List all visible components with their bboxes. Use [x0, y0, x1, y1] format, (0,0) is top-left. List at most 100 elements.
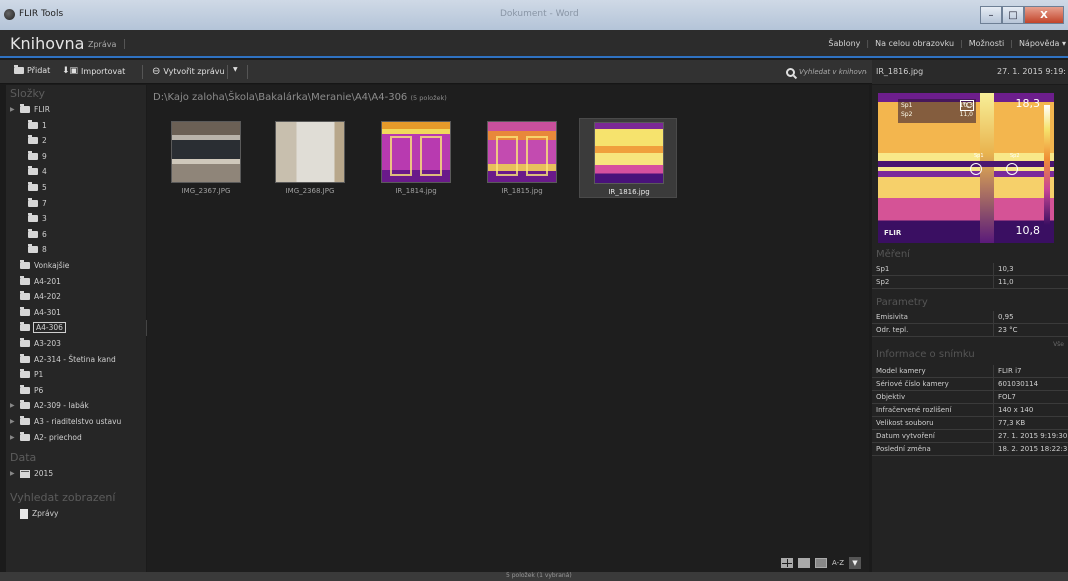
- gallery-thumbnail[interactable]: IR_1815.jpg: [473, 118, 571, 198]
- expand-arrow-icon[interactable]: ▶: [10, 402, 16, 409]
- gallery-thumbnail[interactable]: IR_1816.jpg: [579, 118, 677, 198]
- info-key: Sp2: [872, 275, 994, 289]
- top-menu: Šablony | Na celou obrazovku | Možnosti …: [828, 39, 1066, 48]
- large-thumbnail-view-icon[interactable]: [798, 558, 811, 568]
- folder-icon: [28, 119, 38, 129]
- sidebar-folder-item[interactable]: A4-301: [10, 306, 61, 319]
- sidebar-item-label: A2-314 - Štetina kand: [34, 354, 116, 364]
- photo-thumbnail: [171, 121, 241, 183]
- create-report-button[interactable]: ⊖ Vytvořit zprávu: [152, 66, 225, 77]
- grid-view-icon[interactable]: [781, 558, 794, 568]
- info-key: Model kamery: [872, 364, 994, 378]
- selected-file-name: IR_1816.jpg: [876, 67, 924, 76]
- sidebar-folder-item[interactable]: A4-202: [10, 290, 61, 303]
- gallery-thumbnail[interactable]: IMG_2368.JPG: [261, 118, 359, 198]
- sidebar-folder-item[interactable]: Vonkajšie: [10, 259, 69, 272]
- folder-icon: [28, 244, 38, 254]
- spot1-marker-icon[interactable]: [970, 163, 982, 175]
- library-search-input[interactable]: [799, 65, 867, 79]
- minimize-button[interactable]: –: [980, 6, 1002, 24]
- info-row: Emisivita 0,95: [872, 310, 1068, 324]
- menu-fullscreen[interactable]: Na celou obrazovku: [875, 39, 954, 48]
- add-label: Přidat: [27, 66, 51, 75]
- sidebar-item-label: FLIR: [34, 105, 50, 114]
- expand-arrow-icon[interactable]: ▶: [10, 418, 16, 425]
- sidebar-folder-item[interactable]: 4: [10, 165, 47, 178]
- sidebar-folder-item[interactable]: A2-314 - Štetina kand: [10, 353, 116, 366]
- show-all-link[interactable]: Vše: [1053, 341, 1064, 348]
- photo-thumbnail: [275, 121, 345, 183]
- sidebar-folder-item[interactable]: 2: [10, 134, 47, 147]
- sidebar-folder-item[interactable]: 6: [10, 228, 47, 241]
- folder-icon: [20, 291, 30, 301]
- info-key: Odr. tepl.: [872, 323, 994, 337]
- sidebar-item-label: 2: [42, 136, 47, 146]
- menu-help[interactable]: Nápověda ▾: [1019, 39, 1066, 48]
- gallery-thumbnail[interactable]: IR_1814.jpg: [367, 118, 465, 198]
- search-icon[interactable]: [786, 67, 795, 77]
- folder-icon: [20, 431, 30, 441]
- menu-options[interactable]: Možnosti: [969, 39, 1005, 48]
- sidebar-folder-item[interactable]: 9: [10, 150, 47, 163]
- info-row: Poslední změna 18. 2. 2015 18:22:3: [872, 442, 1068, 456]
- spot1-label: Sp1: [901, 102, 913, 109]
- folder-icon: [20, 369, 30, 379]
- info-value: 27. 1. 2015 9:19:30: [998, 432, 1068, 440]
- create-report-icon: ⊖: [152, 66, 161, 77]
- sidebar-folder-item[interactable]: ▶ A3 - riaditelstvo ustavu: [10, 415, 121, 428]
- sidebar-item-2015[interactable]: ▶ 2015: [10, 467, 53, 480]
- maximize-button[interactable]: □: [1002, 6, 1024, 24]
- create-report-dropdown[interactable]: ▼: [233, 66, 238, 73]
- sidebar-folder-item[interactable]: P1: [10, 368, 43, 381]
- info-row: Sériové číslo kamery 601030114: [872, 377, 1068, 391]
- close-button[interactable]: X: [1024, 6, 1064, 24]
- sidebar-folder-item[interactable]: 5: [10, 181, 47, 194]
- info-key: Objektiv: [872, 390, 994, 404]
- sidebar-item-label: A3-203: [34, 339, 61, 348]
- expand-arrow-icon[interactable]: ▶: [10, 470, 16, 477]
- sidebar-folder-item[interactable]: A4-306: [10, 321, 66, 334]
- expand-arrow-icon[interactable]: ▶: [10, 434, 16, 441]
- sidebar-item-reports[interactable]: Zprávy: [10, 507, 58, 520]
- sidebar-folder-item[interactable]: 8: [10, 243, 47, 256]
- folder-add-icon: [14, 65, 24, 74]
- app-header: Knihovna Zpráva Šablony | Na celou obraz…: [0, 30, 1068, 58]
- sort-dropdown[interactable]: ▼: [849, 557, 861, 569]
- sort-button[interactable]: A-Z: [832, 559, 844, 567]
- folder-path: D:\Kajo zaloha\Škola\Bakalárka\Meranie\A…: [153, 92, 447, 103]
- expand-arrow-icon[interactable]: ▶: [10, 106, 16, 113]
- thermal-image-thumbnail: [487, 121, 557, 183]
- selected-file-date: 27. 1. 2015 9:19:: [996, 67, 1066, 76]
- sidebar-folder-item[interactable]: A3-203: [10, 337, 61, 350]
- scale-max-temp: 18,3: [1015, 97, 1041, 110]
- sidebar-folder-item[interactable]: ▶ A2-309 - labák: [10, 399, 89, 412]
- sidebar-item-label: A4-201: [34, 276, 61, 286]
- info-row: Objektiv FOL7: [872, 390, 1068, 404]
- section-title-library[interactable]: Knihovna: [10, 34, 84, 53]
- gallery-thumbnail[interactable]: IMG_2367.JPG: [157, 118, 255, 198]
- sidebar-folder-item[interactable]: P6: [10, 384, 43, 397]
- detail-view-icon[interactable]: [815, 558, 828, 568]
- folder-icon: [20, 416, 30, 425]
- thermal-image-thumbnail: [594, 122, 664, 184]
- sidebar-folder-item[interactable]: 1: [10, 119, 47, 132]
- folder-icon: [20, 306, 30, 316]
- section-tab-report[interactable]: Zpráva: [88, 40, 116, 49]
- sidebar-item-label: A4-301: [34, 307, 61, 317]
- import-button[interactable]: ⬇▣ Importovat: [62, 66, 125, 76]
- info-value: 77,3 KB: [998, 419, 1026, 427]
- folder-icon: [28, 135, 38, 145]
- ir-image-preview[interactable]: 18,3 10,8 Sp1 10,3 Sp2 11,0 °C Sp1 Sp2 FLI…: [878, 93, 1054, 243]
- sidebar-folder-item[interactable]: A4-201: [10, 275, 61, 288]
- menu-templates[interactable]: Šablony: [828, 39, 860, 48]
- info-value: 140 x 140: [998, 406, 1034, 414]
- sidebar-folder-item[interactable]: 7: [10, 197, 47, 210]
- folder-icon: [28, 166, 38, 176]
- sidebar-folder-item[interactable]: ▶ FLIR: [10, 103, 50, 116]
- sidebar-folder-item[interactable]: 3: [10, 212, 47, 225]
- add-button[interactable]: Přidat: [14, 65, 51, 75]
- sidebar-folder-item[interactable]: ▶ A2- priechod: [10, 431, 82, 444]
- spot2-marker-icon[interactable]: [1006, 163, 1018, 175]
- info-key: Poslední změna: [872, 442, 994, 456]
- sidebar-item-label: A2- priechod: [34, 432, 82, 442]
